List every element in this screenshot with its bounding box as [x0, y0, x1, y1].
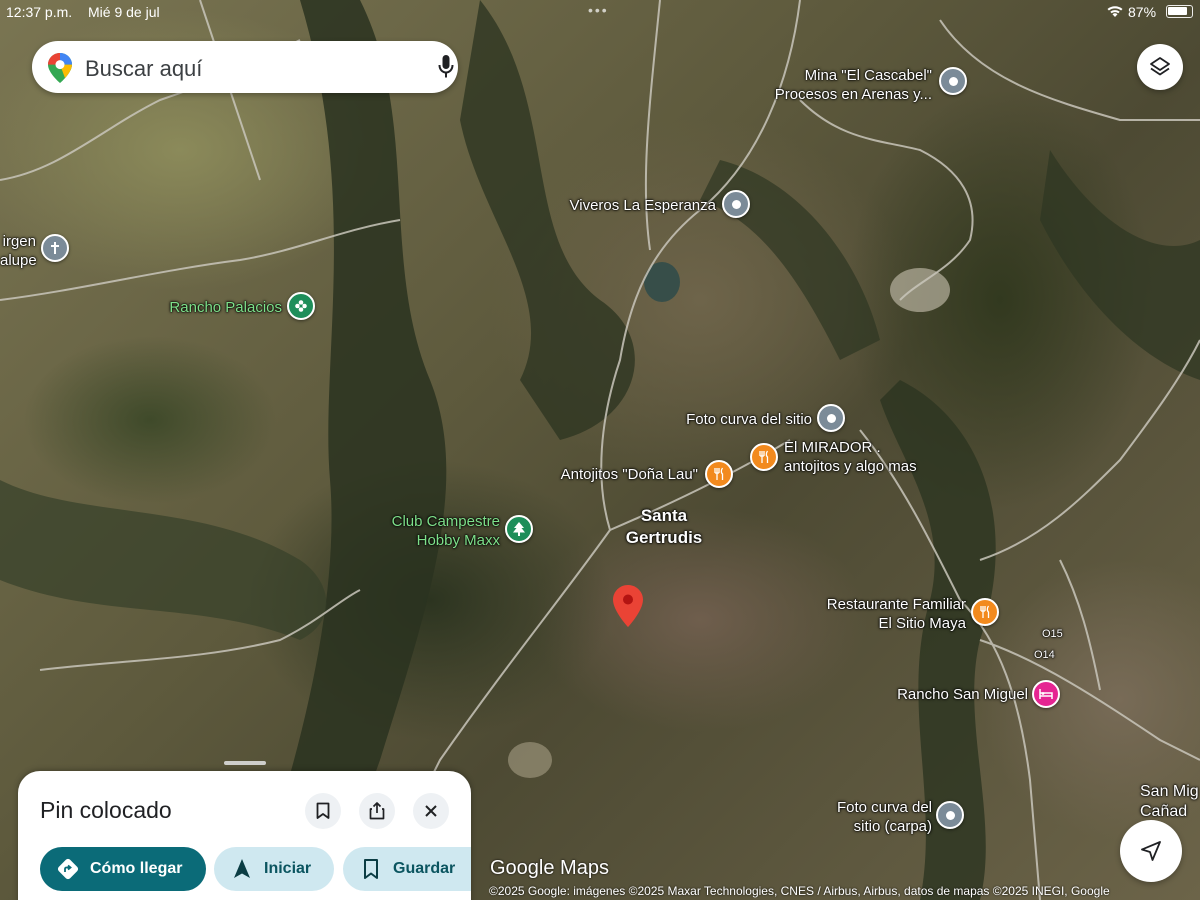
place-pin-icon: [731, 199, 741, 209]
road-label-015: O15: [1042, 628, 1063, 640]
layers-icon: [1150, 57, 1170, 76]
place-marker-viveros[interactable]: [722, 190, 750, 218]
place-label-restaurante[interactable]: Restaurante Familiar El Sitio Maya: [790, 595, 966, 633]
search-bar[interactable]: Buscar aquí: [32, 41, 458, 93]
place-label-club-line1: Club Campestre: [391, 513, 500, 530]
place-marker-restaurante[interactable]: [971, 598, 999, 626]
satellite-map[interactable]: [0, 0, 1200, 900]
save-button[interactable]: Guardar: [343, 847, 471, 891]
start-button[interactable]: Iniciar: [214, 847, 334, 891]
place-label-club-line2: Hobby Maxx: [416, 532, 500, 549]
place-label-rancho-san-miguel[interactable]: Rancho San Miguel: [880, 685, 1028, 704]
restaurant-icon: [714, 467, 724, 480]
place-marker-club[interactable]: [505, 515, 533, 543]
save-bookmark-button[interactable]: [305, 793, 341, 829]
place-marker-mina[interactable]: [939, 67, 967, 95]
place-marker-mirador[interactable]: [750, 443, 778, 471]
mic-icon[interactable]: [438, 55, 454, 79]
tree-icon: [513, 522, 525, 536]
directions-button-label: Cómo llegar: [90, 860, 183, 877]
restaurant-icon: [980, 605, 990, 618]
share-icon: [369, 802, 385, 820]
town-label-line2: Gertrudis: [625, 528, 703, 547]
place-pin-icon: [948, 76, 958, 86]
share-button[interactable]: [359, 793, 395, 829]
wifi-icon: [1107, 6, 1123, 17]
status-date: Mié 9 de jul: [88, 4, 160, 20]
place-marker-church[interactable]: [41, 234, 69, 262]
google-maps-logo: Google Maps: [490, 857, 609, 879]
close-button[interactable]: [413, 793, 449, 829]
battery-percent: 87%: [1128, 4, 1157, 20]
place-marker-foto-curva[interactable]: [817, 404, 845, 432]
directions-icon: [57, 858, 79, 880]
place-label-virgen[interactable]: irgen alupe: [0, 232, 37, 270]
dropped-pin-icon[interactable]: [613, 585, 643, 627]
sheet-title: Pin colocado: [40, 797, 172, 823]
place-label-san-miguel-edge: San Mig Cañad: [1140, 782, 1199, 822]
bookmark-icon: [316, 802, 330, 819]
place-marker-antojitos[interactable]: [705, 460, 733, 488]
place-label-restaurante-line1: Restaurante Familiar: [826, 596, 966, 613]
restaurant-icon: [759, 450, 769, 463]
map-roads: [0, 0, 1200, 900]
save-button-label: Guardar: [393, 860, 456, 877]
close-icon: [425, 805, 437, 817]
lodging-icon: [1039, 689, 1053, 699]
place-marker-foto-curva-carpa[interactable]: [936, 801, 964, 829]
my-location-button[interactable]: [1120, 820, 1182, 882]
my-location-icon: [1141, 841, 1161, 861]
status-bar: 12:37 p.m. Mié 9 de jul ••• 87%: [0, 0, 1200, 24]
multitasking-dots-icon[interactable]: •••: [588, 2, 609, 18]
place-marker-rancho-san-miguel[interactable]: [1032, 680, 1060, 708]
search-input[interactable]: Buscar aquí: [85, 56, 202, 82]
place-label-mina-line1: Mina "El Cascabel": [804, 67, 932, 84]
flower-icon: [295, 300, 307, 312]
layers-button[interactable]: [1137, 44, 1183, 90]
place-label-san-miguel-line1: San Mig: [1140, 783, 1199, 800]
directions-button[interactable]: Cómo llegar: [40, 847, 206, 891]
church-cross-icon: [51, 242, 59, 254]
map-copyright[interactable]: ©2025 Google: imágenes ©2025 Maxar Techn…: [489, 884, 1200, 898]
bottom-sheet[interactable]: Pin colocado Cómo llegar Iniciar Guardar: [18, 761, 471, 900]
battery-icon: [1166, 5, 1193, 18]
place-label-viveros[interactable]: Viveros La Esperanza: [560, 196, 716, 215]
town-label-santa-gertrudis: Santa Gertrudis: [610, 505, 718, 549]
place-label-foto-curva[interactable]: Foto curva del sitio: [640, 410, 812, 429]
place-label-club[interactable]: Club Campestre Hobby Maxx: [370, 512, 500, 550]
place-label-san-miguel-line2: Cañad: [1140, 803, 1188, 820]
place-label-restaurante-line2: El Sitio Maya: [878, 615, 966, 632]
road-label-014: O14: [1034, 649, 1055, 661]
place-label-mirador-line1: El MIRADOR .: [784, 439, 881, 456]
start-button-label: Iniciar: [264, 860, 312, 877]
maps-pin-logo-icon: [48, 53, 72, 83]
place-pin-icon: [826, 413, 836, 423]
town-label-line1: Santa: [640, 506, 688, 525]
place-label-mirador-line2: antojitos y algo mas: [784, 458, 917, 475]
place-label-virgen-line2: alupe: [0, 252, 37, 269]
navigation-arrow-icon: [234, 859, 250, 878]
place-label-mirador[interactable]: El MIRADOR . antojitos y algo mas: [784, 438, 917, 476]
place-label-antojitos[interactable]: Antojitos "Doña Lau": [530, 465, 698, 484]
place-label-mina[interactable]: Mina "El Cascabel" Procesos en Arenas y.…: [760, 66, 932, 104]
sheet-drag-handle[interactable]: [224, 761, 266, 765]
place-label-mina-line2: Procesos en Arenas y...: [774, 86, 932, 103]
place-pin-icon: [945, 810, 955, 820]
bookmark-icon: [364, 859, 378, 879]
place-label-virgen-line1: irgen: [2, 233, 36, 250]
place-label-rancho-palacios[interactable]: Rancho Palacios: [140, 298, 282, 317]
place-label-foto-curva-carpa-line2: sitio (carpa): [853, 818, 932, 835]
place-label-foto-curva-carpa[interactable]: Foto curva del sitio (carpa): [800, 798, 932, 836]
place-marker-rancho-palacios[interactable]: [287, 292, 315, 320]
status-time: 12:37 p.m.: [6, 4, 73, 20]
place-label-foto-curva-carpa-line1: Foto curva del: [836, 799, 932, 816]
